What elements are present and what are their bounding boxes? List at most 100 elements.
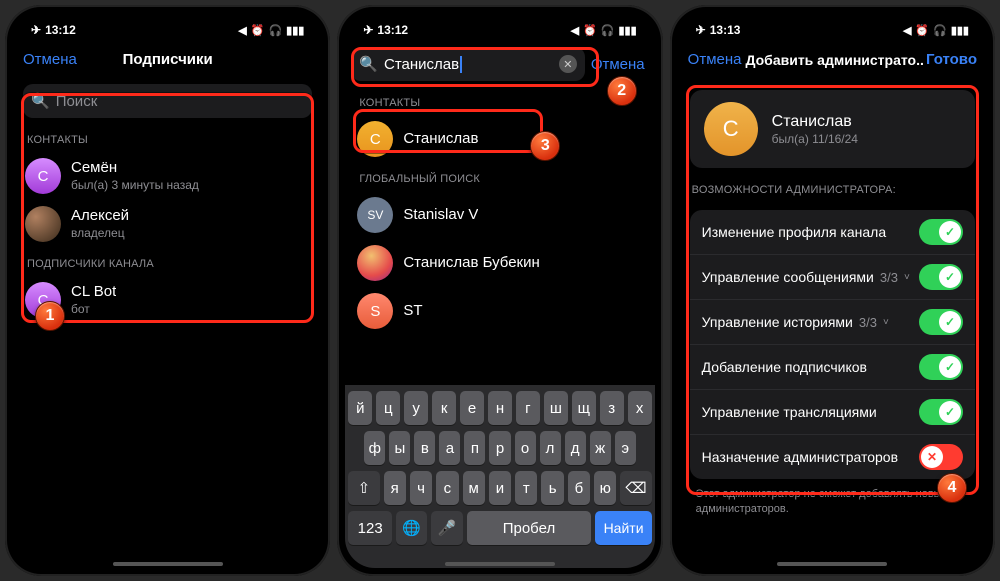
home-indicator xyxy=(445,562,555,566)
check-icon: ✓ xyxy=(939,266,961,288)
search-icon: 🔍 xyxy=(31,92,50,110)
cancel-button[interactable]: Отмена xyxy=(591,56,645,73)
key[interactable]: й xyxy=(348,391,372,425)
permission-label: Добавление подписчиков xyxy=(702,359,867,375)
permission-row[interactable]: Управление сообщениями 3/3 ˅ ✓ xyxy=(690,255,975,300)
step-badge-2: 2 xyxy=(607,76,637,106)
key[interactable]: ф xyxy=(364,431,385,465)
status-bar: ✈︎13:13 ◀⏰🎧▮▮▮ xyxy=(678,13,987,47)
close-icon: ✕ xyxy=(921,446,943,468)
status-bar: ✈︎13:12 ◀⏰🎧▮▮▮ xyxy=(345,13,654,47)
key[interactable]: у xyxy=(404,391,428,425)
key[interactable]: х xyxy=(628,391,652,425)
avatar: С xyxy=(357,121,393,157)
contact-status: был(а) 3 минуты назад xyxy=(71,178,199,193)
key[interactable]: ц xyxy=(376,391,400,425)
key-backspace[interactable]: ⌫ xyxy=(620,471,651,505)
cancel-button[interactable]: Отмена xyxy=(23,51,77,68)
phone-3: ✈︎13:13 ◀⏰🎧▮▮▮ Отмена Добавить администр… xyxy=(670,5,995,576)
home-indicator xyxy=(777,562,887,566)
key[interactable]: з xyxy=(600,391,624,425)
cancel-button[interactable]: Отмена xyxy=(688,51,742,68)
key[interactable]: щ xyxy=(572,391,596,425)
key[interactable]: ч xyxy=(410,471,432,505)
permission-toggle[interactable]: ✓ xyxy=(919,354,963,380)
permission-row[interactable]: Управление историями3/3˅✓ xyxy=(690,300,975,345)
search-result-row[interactable]: С Станислав xyxy=(345,115,654,163)
key-globe[interactable]: 🌐 xyxy=(396,511,427,545)
key[interactable]: в xyxy=(414,431,435,465)
key[interactable]: э xyxy=(615,431,636,465)
chevron-down-icon: ˅ xyxy=(904,272,910,283)
permissions-list: Изменение профиля канала✓Управление сооб… xyxy=(690,210,975,479)
profile-card[interactable]: С Станислав был(а) 11/16/24 xyxy=(690,90,975,168)
contact-name: Семён xyxy=(71,159,199,178)
search-input[interactable]: 🔍 Поиск xyxy=(23,84,312,118)
key[interactable]: л xyxy=(540,431,561,465)
permission-row[interactable]: Назначение администраторов ✕ xyxy=(690,435,975,479)
key[interactable]: а xyxy=(439,431,460,465)
permission-toggle[interactable]: ✕ xyxy=(919,444,963,470)
page-title: Подписчики xyxy=(123,51,213,68)
key-123[interactable]: 123 xyxy=(348,511,392,545)
key[interactable]: ь xyxy=(541,471,563,505)
profile-status: был(а) 11/16/24 xyxy=(772,132,858,147)
permission-label: Назначение администраторов xyxy=(702,449,898,465)
permission-toggle[interactable]: ✓ xyxy=(919,399,963,425)
done-button[interactable]: Готово xyxy=(926,51,977,68)
key[interactable]: н xyxy=(488,391,512,425)
key[interactable]: о xyxy=(515,431,536,465)
check-icon: ✓ xyxy=(939,356,961,378)
permission-toggle[interactable]: ✓ xyxy=(919,219,963,245)
search-input[interactable]: 🔍 Станислав ✕ xyxy=(351,47,585,81)
step-badge-4: 4 xyxy=(937,473,967,503)
permission-row[interactable]: Добавление подписчиков ✓ xyxy=(690,345,975,390)
search-result-row[interactable]: SV Stanislav V xyxy=(345,191,654,239)
nav-bar: Отмена Подписчики xyxy=(13,47,322,78)
nav-bar: Отмена Добавить администрато... Готово xyxy=(678,47,987,78)
key[interactable]: г xyxy=(516,391,540,425)
section-global: ГЛОБАЛЬНЫЙ ПОИСК xyxy=(345,163,654,191)
key[interactable]: ы xyxy=(389,431,410,465)
contact-row[interactable]: Алексейвладелец xyxy=(13,200,322,248)
key[interactable]: т xyxy=(515,471,537,505)
contact-name: Алексей xyxy=(71,207,129,226)
key[interactable]: м xyxy=(463,471,485,505)
result-name: Stanislav V xyxy=(403,206,478,225)
key[interactable]: с xyxy=(436,471,458,505)
status-bar: ✈︎13:12 ◀⏰🎧▮▮▮ xyxy=(13,13,322,47)
key[interactable]: р xyxy=(489,431,510,465)
contact-row[interactable]: С Семёнбыл(а) 3 минуты назад xyxy=(13,152,322,200)
profile-name: Станислав xyxy=(772,112,858,132)
page-title: Добавить администрато... xyxy=(745,52,923,68)
avatar xyxy=(357,245,393,281)
clear-icon[interactable]: ✕ xyxy=(559,55,577,73)
search-result-row[interactable]: S ST xyxy=(345,287,654,335)
permission-row[interactable]: Управление трансляциями✓ xyxy=(690,390,975,435)
key[interactable]: ю xyxy=(594,471,616,505)
key[interactable]: б xyxy=(568,471,590,505)
avatar: SV xyxy=(357,197,393,233)
key[interactable]: е xyxy=(460,391,484,425)
section-subscribers: ПОДПИСЧИКИ КАНАЛА xyxy=(13,248,322,276)
permission-label: Управление сообщениями xyxy=(702,269,874,285)
key-find[interactable]: Найти xyxy=(595,511,651,545)
search-icon: 🔍 xyxy=(359,55,378,73)
keyboard[interactable]: йцукенгшщзх фывапролджэ ⇧ячсмитьбю⌫ 123 … xyxy=(345,385,654,568)
key[interactable]: ш xyxy=(544,391,568,425)
key[interactable]: п xyxy=(464,431,485,465)
permission-toggle[interactable]: ✓ xyxy=(919,264,963,290)
key-shift[interactable]: ⇧ xyxy=(348,471,379,505)
key[interactable]: я xyxy=(384,471,406,505)
search-result-row[interactable]: Станислав Бубекин xyxy=(345,239,654,287)
key-space[interactable]: Пробел xyxy=(467,511,592,545)
section-permissions: ВОЗМОЖНОСТИ АДМИНИСТРАТОРА: xyxy=(678,168,987,202)
key[interactable]: д xyxy=(565,431,586,465)
key[interactable]: ж xyxy=(590,431,611,465)
key[interactable]: и xyxy=(489,471,511,505)
permission-row[interactable]: Изменение профиля канала✓ xyxy=(690,210,975,255)
permission-toggle[interactable]: ✓ xyxy=(919,309,963,335)
permission-count: 3/3 xyxy=(880,270,898,285)
key-mic[interactable]: 🎤 xyxy=(431,511,462,545)
key[interactable]: к xyxy=(432,391,456,425)
